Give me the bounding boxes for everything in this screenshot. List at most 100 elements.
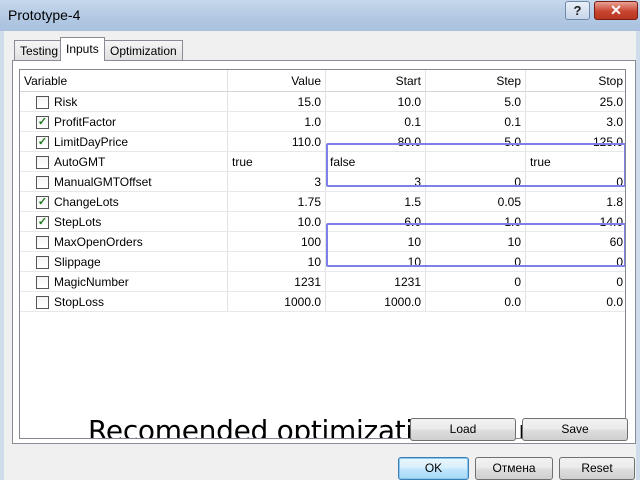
load-button[interactable]: Load: [410, 418, 516, 441]
variable-name: MagicNumber: [54, 275, 129, 289]
variable-name: StopLoss: [54, 295, 105, 309]
cell-variable: StopLoss: [20, 292, 228, 311]
variable-name: Slippage: [54, 255, 101, 269]
cell-value[interactable]: true: [228, 152, 326, 171]
table-row[interactable]: Risk 15.0 10.0 5.0 25.0: [20, 92, 625, 112]
cell-step[interactable]: 0: [426, 172, 526, 191]
cell-value[interactable]: 10.0: [228, 212, 326, 231]
cell-stop[interactable]: 0: [526, 272, 625, 291]
row-checkbox[interactable]: [36, 176, 49, 189]
row-checkbox[interactable]: [36, 96, 49, 109]
cell-stop[interactable]: 0: [526, 172, 625, 191]
cell-value[interactable]: 110.0: [228, 132, 326, 151]
cell-start[interactable]: 1000.0: [326, 292, 426, 311]
row-checkbox[interactable]: ✓: [36, 116, 49, 129]
cell-stop[interactable]: 125.0: [526, 132, 625, 151]
header-step[interactable]: Step: [426, 70, 526, 91]
cell-start[interactable]: 10.0: [326, 92, 426, 111]
table-row[interactable]: StopLoss 1000.0 1000.0 0.0 0.0: [20, 292, 625, 312]
close-button[interactable]: ✕: [594, 1, 638, 20]
cell-variable: ✓ ChangeLots: [20, 192, 228, 211]
table-row[interactable]: Slippage 10 10 0 0: [20, 252, 625, 272]
cell-value[interactable]: 1231: [228, 272, 326, 291]
cell-step[interactable]: 5.0: [426, 132, 526, 151]
table-row[interactable]: ✓ StepLots 10.0 6.0 1.0 14.0: [20, 212, 625, 232]
cell-value[interactable]: 1000.0: [228, 292, 326, 311]
cell-stop[interactable]: 0: [526, 252, 625, 271]
cell-start[interactable]: false: [326, 152, 426, 171]
table-row[interactable]: MaxOpenOrders 100 10 10 60: [20, 232, 625, 252]
cell-variable: AutoGMT: [20, 152, 228, 171]
row-checkbox[interactable]: [36, 236, 49, 249]
dialog-client-area: Testing Inputs Optimization Variable Val…: [4, 31, 636, 480]
cell-stop[interactable]: 0.0: [526, 292, 625, 311]
table-row[interactable]: ✓ LimitDayPrice 110.0 80.0 5.0 125.0: [20, 132, 625, 152]
cell-step[interactable]: 0.0: [426, 292, 526, 311]
cell-start[interactable]: 1231: [326, 272, 426, 291]
variable-name: LimitDayPrice: [54, 135, 129, 149]
cell-value[interactable]: 100: [228, 232, 326, 251]
cell-value[interactable]: 10: [228, 252, 326, 271]
cell-value[interactable]: 1.75: [228, 192, 326, 211]
help-button[interactable]: ?: [565, 1, 590, 20]
cell-step[interactable]: 0.1: [426, 112, 526, 131]
cell-stop[interactable]: 1.8: [526, 192, 625, 211]
cell-stop[interactable]: 60: [526, 232, 625, 251]
cell-start[interactable]: 80.0: [326, 132, 426, 151]
cell-stop[interactable]: 3.0: [526, 112, 625, 131]
title-bar[interactable]: Prototype-4 ? ✕: [0, 0, 640, 31]
cell-step[interactable]: 0: [426, 252, 526, 271]
cell-start[interactable]: 3: [326, 172, 426, 191]
variable-name: AutoGMT: [54, 155, 106, 169]
reset-button[interactable]: Reset: [559, 457, 635, 480]
row-checkbox[interactable]: [36, 296, 49, 309]
cell-step[interactable]: 10: [426, 232, 526, 251]
grid-header: Variable Value Start Step Stop: [20, 70, 625, 92]
table-row[interactable]: AutoGMT true false true: [20, 152, 625, 172]
cell-start[interactable]: 10: [326, 232, 426, 251]
row-checkbox[interactable]: ✓: [36, 216, 49, 229]
cancel-button[interactable]: Отмена: [475, 457, 553, 480]
cell-value[interactable]: 3: [228, 172, 326, 191]
tab-testing[interactable]: Testing: [14, 40, 65, 60]
cell-stop[interactable]: 25.0: [526, 92, 625, 111]
cell-variable: Risk: [20, 92, 228, 111]
cell-step[interactable]: 5.0: [426, 92, 526, 111]
cell-step[interactable]: 1.0: [426, 212, 526, 231]
cell-start[interactable]: 6.0: [326, 212, 426, 231]
save-button[interactable]: Save: [522, 418, 628, 441]
cell-start[interactable]: 10: [326, 252, 426, 271]
row-checkbox[interactable]: [36, 256, 49, 269]
variable-name: MaxOpenOrders: [54, 235, 143, 249]
cell-variable: ✓ ProfitFactor: [20, 112, 228, 131]
cell-value[interactable]: 1.0: [228, 112, 326, 131]
row-checkbox[interactable]: [36, 276, 49, 289]
header-stop[interactable]: Stop: [526, 70, 625, 91]
variable-name: ManualGMTOffset: [54, 175, 152, 189]
header-variable[interactable]: Variable: [20, 70, 228, 91]
inputs-grid[interactable]: Variable Value Start Step Stop Risk 15.0 1…: [19, 69, 626, 439]
row-checkbox[interactable]: ✓: [36, 136, 49, 149]
header-start[interactable]: Start: [326, 70, 426, 91]
cell-step[interactable]: 0: [426, 272, 526, 291]
table-row[interactable]: ManualGMTOffset 3 3 0 0: [20, 172, 625, 192]
cell-variable: MagicNumber: [20, 272, 228, 291]
table-row[interactable]: MagicNumber 1231 1231 0 0: [20, 272, 625, 292]
header-value[interactable]: Value: [228, 70, 326, 91]
window-title: Prototype-4: [8, 7, 81, 23]
cell-start[interactable]: 0.1: [326, 112, 426, 131]
cell-stop[interactable]: true: [526, 152, 625, 171]
cell-variable: ManualGMTOffset: [20, 172, 228, 191]
row-checkbox[interactable]: [36, 156, 49, 169]
tab-inputs[interactable]: Inputs: [60, 37, 105, 61]
table-row[interactable]: ✓ ProfitFactor 1.0 0.1 0.1 3.0: [20, 112, 625, 132]
tab-optimization[interactable]: Optimization: [104, 40, 183, 60]
cell-value[interactable]: 15.0: [228, 92, 326, 111]
row-checkbox[interactable]: ✓: [36, 196, 49, 209]
cell-start[interactable]: 1.5: [326, 192, 426, 211]
cell-step[interactable]: 0.05: [426, 192, 526, 211]
ok-button[interactable]: OK: [398, 457, 469, 480]
cell-step[interactable]: [426, 152, 526, 171]
cell-stop[interactable]: 14.0: [526, 212, 625, 231]
table-row[interactable]: ✓ ChangeLots 1.75 1.5 0.05 1.8: [20, 192, 625, 212]
